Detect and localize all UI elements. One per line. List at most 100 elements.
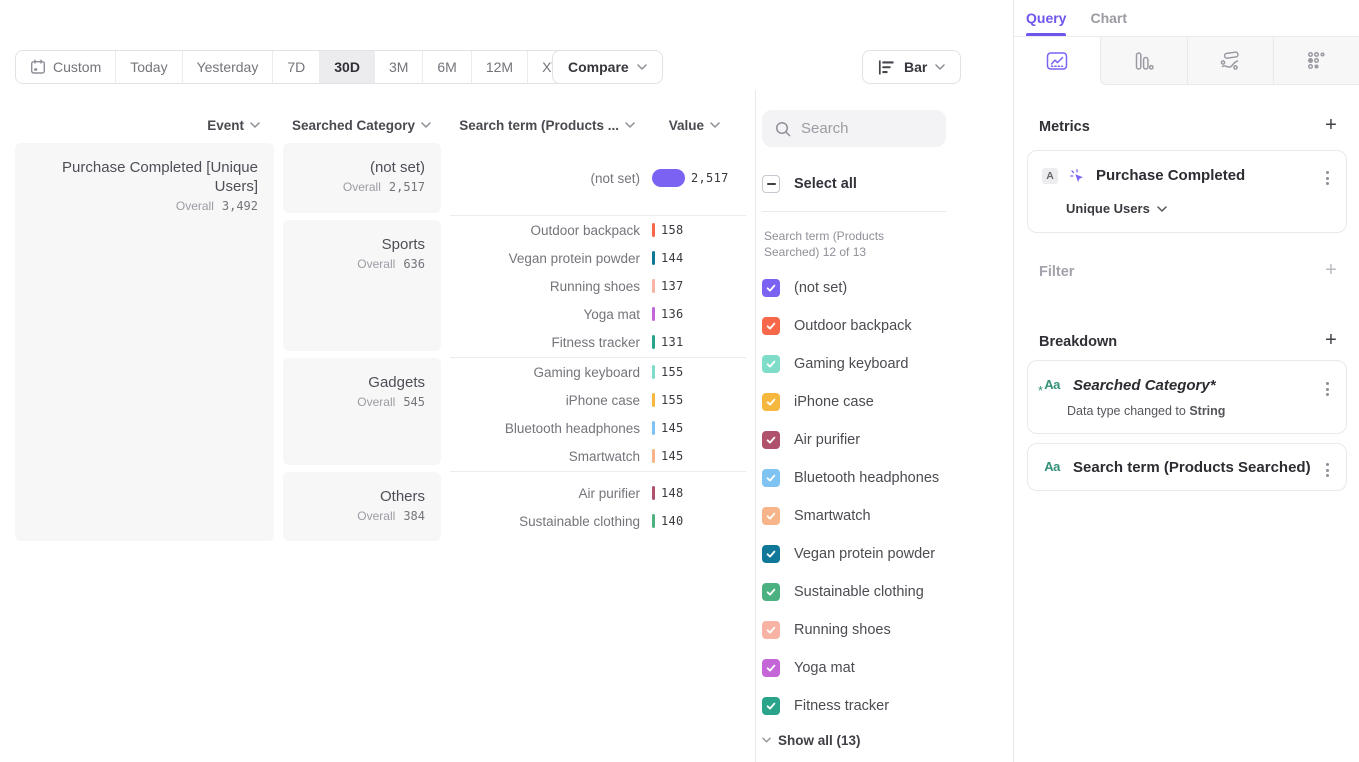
legend-item-label: Smartwatch xyxy=(794,508,871,524)
row-group-divider xyxy=(450,357,746,358)
tab-funnels[interactable] xyxy=(1100,37,1186,85)
legend-item[interactable]: Air purifier xyxy=(762,421,1002,459)
value-bar[interactable] xyxy=(652,393,655,407)
value-number: 158 xyxy=(661,223,684,237)
show-all-label: Show all (13) xyxy=(778,733,861,748)
legend-item[interactable]: Running shoes xyxy=(762,611,1002,649)
legend-search[interactable] xyxy=(762,110,946,147)
funnel-icon xyxy=(1134,51,1154,71)
tab-retention[interactable] xyxy=(1273,37,1359,85)
legend-checkbox[interactable] xyxy=(762,697,780,715)
date-range-custom[interactable]: Custom xyxy=(16,51,116,83)
legend-checkbox[interactable] xyxy=(762,431,780,449)
legend-checkbox[interactable] xyxy=(762,621,780,639)
select-all-checkbox[interactable] xyxy=(762,175,780,193)
check-icon xyxy=(765,662,777,674)
kebab-menu-icon[interactable] xyxy=(1322,378,1333,400)
overall-value: 2,517 xyxy=(389,180,425,194)
legend-item[interactable]: (not set) xyxy=(762,269,1002,307)
value-number: 136 xyxy=(661,307,684,321)
search-term-label: Yoga mat xyxy=(450,307,640,322)
value-bar[interactable] xyxy=(652,486,655,500)
legend-item[interactable]: Outdoor backpack xyxy=(762,307,1002,345)
value-number: 137 xyxy=(661,279,684,293)
sidebar-tab-label: Chart xyxy=(1090,10,1127,26)
legend-item[interactable]: Smartwatch xyxy=(762,497,1002,535)
row-group-divider xyxy=(450,215,746,216)
legend-item[interactable]: Yoga mat xyxy=(762,649,1002,687)
tab-query[interactable]: Query xyxy=(1026,0,1066,36)
value-bar[interactable] xyxy=(652,365,655,379)
value-number: 148 xyxy=(661,486,684,500)
legend-item[interactable]: Fitness tracker xyxy=(762,687,1002,725)
breakdown-card[interactable]: Aa Search term (Products Searched) xyxy=(1027,443,1347,491)
value-bar[interactable] xyxy=(652,307,655,321)
column-header-event[interactable]: Event xyxy=(15,117,260,133)
legend-item[interactable]: Vegan protein powder xyxy=(762,535,1002,573)
category-column: (not set) Overall 2,517 Sports Overall 6… xyxy=(283,0,441,762)
breakdown-card[interactable]: Aa* Searched Category* Data type changed… xyxy=(1027,360,1347,434)
kebab-menu-icon[interactable] xyxy=(1322,167,1333,189)
check-icon xyxy=(765,624,777,636)
value-bar[interactable] xyxy=(652,449,655,463)
category-card: Gadgets Overall 545 xyxy=(283,358,441,465)
breakdown-property-label: Search term (Products Searched) xyxy=(1073,459,1311,476)
search-term-label: Gaming keyboard xyxy=(450,365,640,380)
date-range-yesterday[interactable]: Yesterday xyxy=(183,51,274,83)
value-bar[interactable] xyxy=(652,514,655,528)
breakdown-note: Data type changed to String xyxy=(1028,394,1346,433)
check-icon xyxy=(765,700,777,712)
add-breakdown-button[interactable]: + xyxy=(1323,333,1339,349)
category-card: Others Overall 384 xyxy=(283,472,441,541)
chevron-down-icon xyxy=(250,122,260,128)
value-bar[interactable] xyxy=(652,223,655,237)
breakdown-property-label: Searched Category* xyxy=(1073,377,1216,394)
legend-item-label: Outdoor backpack xyxy=(794,318,912,334)
value-row: Outdoor backpack 158 xyxy=(450,216,750,244)
calendar-icon xyxy=(30,59,46,75)
kebab-menu-icon[interactable] xyxy=(1322,459,1333,481)
legend-item[interactable]: iPhone case xyxy=(762,383,1002,421)
measure-dropdown[interactable]: Unique Users xyxy=(1066,201,1167,216)
value-row: Air purifier 148 xyxy=(450,479,750,507)
value-bar[interactable] xyxy=(652,169,685,187)
legend-item[interactable]: Gaming keyboard xyxy=(762,345,1002,383)
legend-checkbox[interactable] xyxy=(762,469,780,487)
legend-checkbox[interactable] xyxy=(762,317,780,335)
legend-item[interactable]: Bluetooth headphones xyxy=(762,459,1002,497)
check-icon xyxy=(765,434,777,446)
check-icon xyxy=(765,396,777,408)
add-metric-button[interactable]: + xyxy=(1323,118,1339,134)
value-number: 145 xyxy=(661,421,684,435)
value-bar[interactable] xyxy=(652,251,655,265)
legend-checkbox[interactable] xyxy=(762,545,780,563)
legend-checkbox[interactable] xyxy=(762,507,780,525)
legend-checkbox[interactable] xyxy=(762,355,780,373)
value-bar[interactable] xyxy=(652,335,655,349)
value-row: Vegan protein powder 144 xyxy=(450,244,750,272)
check-icon xyxy=(765,510,777,522)
value-row: Fitness tracker 131 xyxy=(450,328,750,356)
value-row: (not set) 2,517 xyxy=(450,164,750,192)
category-name: Sports xyxy=(299,235,425,254)
legend-subtitle: Search term (Products Searched) 12 of 13 xyxy=(764,228,884,260)
search-input[interactable] xyxy=(801,120,931,137)
legend-checkbox[interactable] xyxy=(762,659,780,677)
value-bar[interactable] xyxy=(652,421,655,435)
metric-card[interactable]: A Purchase Completed Unique Users xyxy=(1027,150,1347,233)
add-filter-button[interactable]: + xyxy=(1323,263,1339,279)
date-range-today[interactable]: Today xyxy=(116,51,182,83)
legend-checkbox[interactable] xyxy=(762,393,780,411)
select-all[interactable]: Select all xyxy=(762,174,857,194)
legend-divider xyxy=(762,211,946,212)
category-card: Sports Overall 636 xyxy=(283,220,441,351)
value-bar[interactable] xyxy=(652,279,655,293)
tab-insights[interactable] xyxy=(1014,37,1100,85)
tab-flows[interactable] xyxy=(1187,37,1273,85)
legend-item[interactable]: Sustainable clothing xyxy=(762,573,1002,611)
overall-label: Overall xyxy=(176,199,214,213)
legend-checkbox[interactable] xyxy=(762,583,780,601)
legend-checkbox[interactable] xyxy=(762,279,780,297)
show-all-button[interactable]: Show all (13) xyxy=(762,730,861,750)
tab-chart[interactable]: Chart xyxy=(1090,0,1127,36)
